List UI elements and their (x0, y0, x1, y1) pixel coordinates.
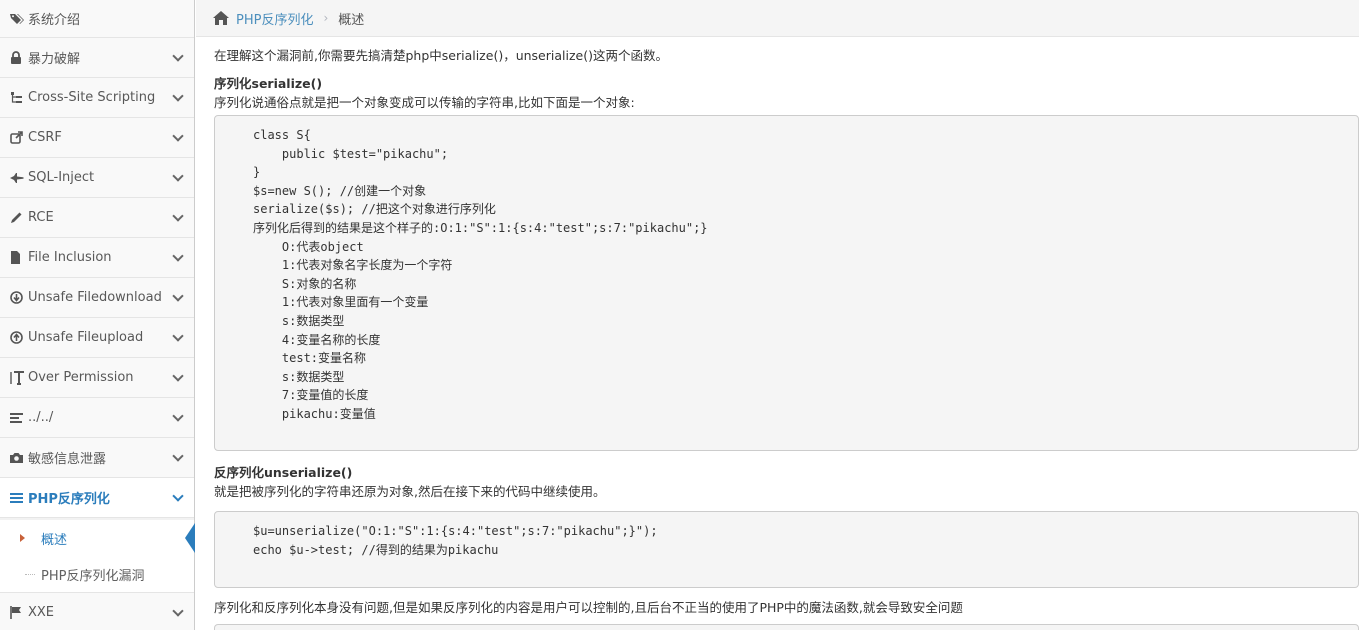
flag-icon (10, 606, 26, 619)
chevron-down-icon (172, 130, 184, 142)
sub-item-label: PHP反序列化漏洞 (41, 568, 145, 584)
code-block: $u=unserialize("O:1:"S":1:{s:4:"test";s:… (214, 511, 1359, 588)
tags-icon (10, 13, 26, 25)
nav-label: Over Permission (28, 370, 134, 385)
sub-item-php-unserialize-vuln[interactable]: PHP反序列化漏洞 (0, 556, 194, 592)
chevron-down-icon (172, 370, 184, 382)
submenu: 概述 PHP反序列化漏洞 (0, 520, 195, 593)
intro-text: 在理解这个漏洞前,你需要先搞清楚php中serialize()，unserial… (214, 48, 668, 63)
nav-label: SQL-Inject (28, 170, 95, 185)
nav-item-info-leak[interactable]: 敏感信息泄露 (0, 438, 194, 478)
pencil-icon (10, 211, 26, 224)
nav-item-file-inclusion[interactable]: File Inclusion (0, 238, 194, 278)
section-heading: 反序列化unserialize() (214, 465, 353, 480)
nav-item-over-permission[interactable]: Over Permission (0, 358, 194, 398)
sitemap-icon (10, 91, 26, 104)
main-content: 在理解这个漏洞前,你需要先搞清楚php中serialize()，unserial… (214, 38, 1359, 630)
file-icon (10, 251, 26, 264)
breadcrumb-separator-icon: › (323, 11, 329, 25)
sidebar: 系统介绍 暴力破解 Cross-Site Scripting CSRF SQL-… (0, 0, 195, 630)
download-circle-icon (10, 291, 26, 304)
nav-item-php-unserialize[interactable]: PHP反序列化 (0, 478, 194, 518)
chevron-down-icon (172, 290, 184, 302)
nav-item-dir-traversal[interactable]: ../../ (0, 398, 194, 438)
lock-icon (10, 51, 26, 64)
chevron-down-icon (172, 330, 184, 342)
nav-item-xxe[interactable]: XXE (0, 593, 194, 630)
nav-item-rce[interactable]: RCE (0, 198, 194, 238)
sub-item-overview[interactable]: 概述 (0, 520, 195, 556)
chevron-down-icon (172, 490, 184, 502)
chevron-down-icon (172, 410, 184, 422)
chevron-down-icon (172, 250, 184, 262)
nav-item-xss[interactable]: Cross-Site Scripting (0, 78, 194, 118)
nav-label: PHP反序列化 (28, 492, 110, 507)
nav-label: Unsafe Filedownload (28, 290, 162, 305)
paragraph: 序列化和反序列化本身没有问题,但是如果反序列化的内容是用户可以控制的,且后台不正… (214, 600, 963, 615)
nav-item-csrf[interactable]: CSRF (0, 118, 194, 158)
fighter-jet-icon (10, 172, 26, 183)
active-pointer (185, 523, 195, 553)
home-icon[interactable] (212, 10, 230, 26)
text-height-icon (10, 370, 26, 385)
nav-label: 暴力破解 (28, 52, 81, 67)
chevron-down-icon (172, 450, 184, 462)
upload-circle-icon (10, 331, 26, 344)
paragraph: 就是把被序列化的字符串还原为对象,然后在接下来的代码中继续使用。 (214, 484, 606, 499)
align-left-icon (10, 412, 26, 424)
nav-item-unsafe-fileupload[interactable]: Unsafe Fileupload (0, 318, 194, 358)
breadcrumb-current: 概述 (338, 12, 365, 28)
code-block: class S{ public $test="pikachu"; } $s=ne… (214, 115, 1359, 451)
paragraph: 序列化说通俗点就是把一个对象变成可以传输的字符串,比如下面是一个对象: (214, 95, 635, 110)
nav-label: 系统介绍 (28, 13, 81, 28)
chevron-down-icon (172, 90, 184, 102)
breadcrumb: PHP反序列化 › 概述 (196, 0, 1359, 37)
nav-label: ../../ (28, 410, 54, 425)
nav-label: Cross-Site Scripting (28, 90, 156, 105)
nav-item-sql-inject[interactable]: SQL-Inject (0, 158, 194, 198)
nav-item-system-intro[interactable]: 系统介绍 (0, 0, 194, 38)
nav-label: CSRF (28, 130, 62, 145)
caret-right-icon (20, 534, 25, 542)
code-block-partial (214, 624, 1359, 630)
external-link-icon (10, 131, 26, 144)
chevron-down-icon (172, 210, 184, 222)
list-icon (10, 492, 26, 504)
section-heading: 序列化serialize() (214, 76, 323, 91)
sub-item-label: 概述 (41, 532, 68, 548)
nav-label: File Inclusion (28, 250, 112, 265)
nav-item-unsafe-filedownload[interactable]: Unsafe Filedownload (0, 278, 194, 318)
chevron-down-icon (172, 605, 184, 617)
nav-item-brute-force[interactable]: 暴力破解 (0, 38, 194, 78)
camera-icon (10, 452, 26, 463)
nav-label: XXE (28, 605, 55, 620)
tree-dash (25, 574, 35, 575)
chevron-down-icon (172, 50, 184, 62)
chevron-down-icon (172, 170, 184, 182)
breadcrumb-link[interactable]: PHP反序列化 (236, 9, 313, 28)
nav-label: RCE (28, 210, 54, 225)
nav-label: Unsafe Fileupload (28, 330, 144, 345)
nav-label: 敏感信息泄露 (28, 452, 107, 467)
